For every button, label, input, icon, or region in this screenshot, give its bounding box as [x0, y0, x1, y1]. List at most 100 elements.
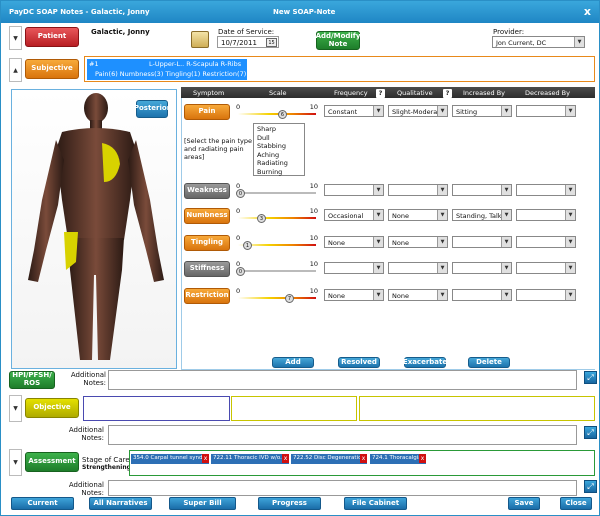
decreased-by-select[interactable]: ▼: [516, 262, 576, 274]
symptom-button-stiffness[interactable]: Stiffness: [184, 261, 230, 277]
assessment-button[interactable]: Assessment: [25, 452, 79, 472]
super-bill-report-button[interactable]: Super Bill Report: [169, 497, 236, 515]
increased-by-select[interactable]: Standing, Talking ▼: [452, 209, 512, 221]
hpi-notes-field[interactable]: [108, 370, 577, 390]
patient-button[interactable]: Patient: [25, 27, 79, 47]
pain-type-option[interactable]: Burning: [257, 168, 301, 177]
subjective-collapse-toggle[interactable]: ▲: [9, 58, 22, 82]
dos-field[interactable]: 10/7/2011 15: [217, 36, 279, 48]
col-increased: Increased By: [463, 89, 506, 97]
calendar-icon[interactable]: 15: [266, 38, 277, 47]
exacerbate-button[interactable]: Exacerbate: [403, 357, 447, 368]
decreased-by-select[interactable]: ▼: [516, 236, 576, 248]
subjective-button[interactable]: Subjective: [25, 59, 79, 79]
all-narratives-button[interactable]: All Narratives: [89, 497, 152, 510]
symptom-button-tingling[interactable]: Tingling: [184, 235, 230, 251]
pain-type-option[interactable]: Radiating: [257, 159, 301, 168]
remove-icon[interactable]: x: [360, 454, 367, 463]
qualitative-select[interactable]: None ▼: [388, 236, 448, 248]
remove-icon[interactable]: x: [282, 454, 289, 463]
qualitative-select[interactable]: ▼: [388, 262, 448, 274]
frequency-select[interactable]: Occasional ▼: [324, 209, 384, 221]
chevron-down-icon: ▼: [373, 106, 383, 116]
expand-icon[interactable]: ⤢: [584, 371, 597, 384]
slider-knob[interactable]: 7: [285, 294, 294, 303]
assessment-collapse-toggle[interactable]: ▼: [9, 449, 22, 476]
diagnosis-tag[interactable]: 722.11 Thoracic IVD w/o... x: [211, 454, 289, 464]
objective-notes-field[interactable]: [108, 425, 577, 445]
slider-knob[interactable]: 6: [278, 110, 287, 119]
expand-icon[interactable]: ⤢: [584, 426, 597, 439]
decreased-by-select[interactable]: ▼: [516, 289, 576, 301]
objective-box-3[interactable]: [359, 396, 595, 421]
increased-by-select[interactable]: ▼: [452, 184, 512, 196]
pain-type-option[interactable]: Stabbing: [257, 142, 301, 151]
delete-button[interactable]: Delete: [468, 357, 510, 368]
decreased-by-select[interactable]: ▼: [516, 209, 576, 221]
symptom-button-pain[interactable]: Pain: [184, 104, 230, 120]
subjective-list[interactable]: #1 L-Upper-L.. R-Scapula R-Ribs Pain(6) …: [84, 56, 595, 82]
objective-box-2[interactable]: [231, 396, 357, 421]
decreased-by-select[interactable]: ▼: [516, 105, 576, 117]
increased-by-select[interactable]: Sitting ▼: [452, 105, 512, 117]
severity-slider[interactable]: 0 10 0: [236, 260, 318, 280]
hpi-button[interactable]: HPI/PFSH/ ROS: [9, 371, 55, 389]
qualitative-help-icon[interactable]: ?: [443, 89, 452, 98]
frequency-select[interactable]: ▼: [324, 262, 384, 274]
pain-type-option[interactable]: Sharp: [257, 125, 301, 134]
severity-slider[interactable]: 0 10 3: [236, 207, 318, 227]
assessment-notes-field[interactable]: [108, 480, 577, 496]
decreased-by-select[interactable]: ▼: [516, 184, 576, 196]
diagnosis-tag[interactable]: 354.0 Carpal tunnel synd... x: [131, 454, 209, 464]
severity-slider[interactable]: 0 10 1: [236, 234, 318, 254]
file-cabinet-button[interactable]: File Cabinet: [344, 497, 407, 510]
severity-slider[interactable]: 0 10 7: [236, 287, 318, 307]
pain-type-option[interactable]: Aching: [257, 151, 301, 160]
qualitative-select[interactable]: None ▼: [388, 209, 448, 221]
save-button[interactable]: Save: [508, 497, 540, 510]
patient-collapse-toggle[interactable]: ▼: [9, 26, 22, 50]
severity-slider[interactable]: 0 10 6: [236, 103, 318, 123]
objective-box-1[interactable]: [83, 396, 230, 421]
slider-knob[interactable]: 0: [236, 189, 245, 198]
increased-by-select[interactable]: ▼: [452, 289, 512, 301]
resolved-button[interactable]: Resolved: [338, 357, 380, 368]
symptom-button-numbness[interactable]: Numbness: [184, 208, 230, 224]
frequency-select[interactable]: None ▼: [324, 289, 384, 301]
add-button[interactable]: Add: [272, 357, 314, 368]
progress-graph-button[interactable]: Progress Graph: [258, 497, 321, 515]
diagnosis-tag[interactable]: 724.1 Thoracalgia x: [370, 454, 426, 464]
diagnosis-tag[interactable]: 722.52 Disc Degeneration x: [291, 454, 367, 464]
current-narrative-button[interactable]: Current Narrative: [11, 497, 74, 515]
remove-icon[interactable]: x: [202, 454, 209, 463]
qualitative-select[interactable]: Slight-Moderate ▼: [388, 105, 448, 117]
provider-select[interactable]: Jon Current, DC ▼: [492, 36, 585, 48]
pain-type-option[interactable]: Dull: [257, 134, 301, 143]
qualitative-select[interactable]: None ▼: [388, 289, 448, 301]
increased-by-select[interactable]: ▼: [452, 236, 512, 248]
objective-button[interactable]: Objective: [25, 398, 79, 418]
slider-knob[interactable]: 0: [236, 267, 245, 276]
pain-type-list[interactable]: Sharp Dull Stabbing Aching Radiating Bur…: [253, 123, 305, 176]
qualitative-select[interactable]: ▼: [388, 184, 448, 196]
frequency-select[interactable]: None ▼: [324, 236, 384, 248]
frequency-select[interactable]: ▼: [324, 184, 384, 196]
posterior-view-button[interactable]: Posterior: [134, 100, 170, 118]
slider-knob[interactable]: 3: [257, 214, 266, 223]
expand-icon[interactable]: ⤢: [584, 480, 597, 493]
frequency-select[interactable]: Constant ▼: [324, 105, 384, 117]
remove-icon[interactable]: x: [419, 454, 426, 463]
symptom-button-weakness[interactable]: Weakness: [184, 183, 230, 199]
objective-collapse-toggle[interactable]: ▼: [9, 395, 22, 422]
close-button[interactable]: Close: [560, 497, 592, 510]
close-window-button[interactable]: x: [584, 5, 591, 18]
symptom-button-restriction[interactable]: Restriction: [184, 288, 230, 304]
subjective-item-selected[interactable]: #1 L-Upper-L.. R-Scapula R-Ribs Pain(6) …: [87, 59, 247, 80]
add-modify-note-button[interactable]: Add/Modify Note: [316, 31, 360, 50]
increased-by-select[interactable]: ▼: [452, 262, 512, 274]
severity-slider[interactable]: 0 10 0: [236, 182, 318, 202]
body-figure-image[interactable]: [12, 90, 178, 370]
frequency-help-icon[interactable]: ?: [376, 89, 385, 98]
chevron-down-icon: ▼: [565, 210, 575, 220]
slider-knob[interactable]: 1: [243, 241, 252, 250]
